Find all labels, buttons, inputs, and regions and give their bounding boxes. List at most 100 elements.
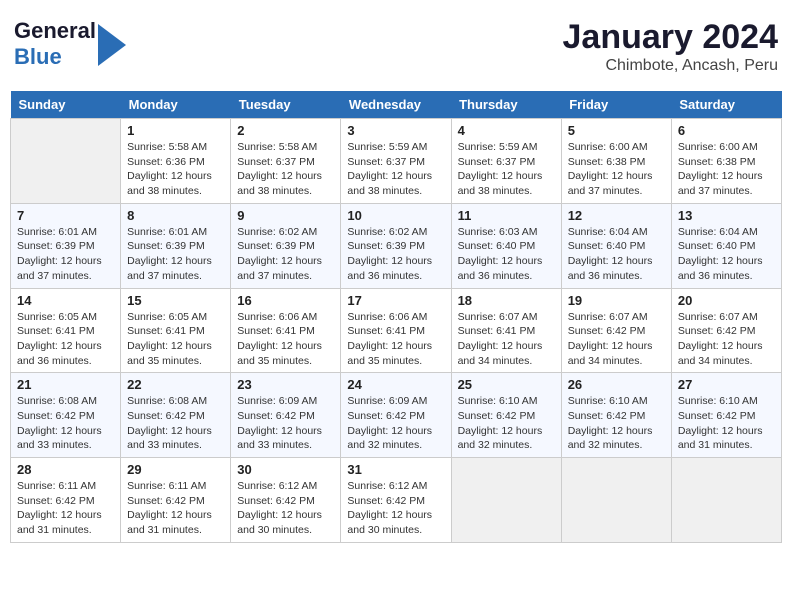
day-number: 18 xyxy=(458,293,555,308)
table-row: 27 Sunrise: 6:10 AM Sunset: 6:42 PM Dayli… xyxy=(671,373,781,458)
table-row: 4 Sunrise: 5:59 AM Sunset: 6:37 PM Daylig… xyxy=(451,119,561,204)
table-row: 13 Sunrise: 6:04 AM Sunset: 6:40 PM Dayli… xyxy=(671,203,781,288)
calendar-week-row: 7 Sunrise: 6:01 AM Sunset: 6:39 PM Daylig… xyxy=(11,203,782,288)
day-info: Sunrise: 6:10 AM Sunset: 6:42 PM Dayligh… xyxy=(458,394,555,453)
day-number: 13 xyxy=(678,208,775,223)
day-number: 28 xyxy=(17,462,114,477)
day-number: 6 xyxy=(678,123,775,138)
location: Chimbote, Ancash, Peru xyxy=(563,57,779,75)
day-info: Sunrise: 6:04 AM Sunset: 6:40 PM Dayligh… xyxy=(678,225,775,284)
day-number: 5 xyxy=(568,123,665,138)
day-info: Sunrise: 6:11 AM Sunset: 6:42 PM Dayligh… xyxy=(17,479,114,538)
table-row: 21 Sunrise: 6:08 AM Sunset: 6:42 PM Dayli… xyxy=(11,373,121,458)
day-info: Sunrise: 6:05 AM Sunset: 6:41 PM Dayligh… xyxy=(17,310,114,369)
day-number: 25 xyxy=(458,377,555,392)
day-info: Sunrise: 6:12 AM Sunset: 6:42 PM Dayligh… xyxy=(347,479,444,538)
day-info: Sunrise: 6:00 AM Sunset: 6:38 PM Dayligh… xyxy=(568,140,665,199)
day-number: 7 xyxy=(17,208,114,223)
day-number: 15 xyxy=(127,293,224,308)
day-info: Sunrise: 5:58 AM Sunset: 6:37 PM Dayligh… xyxy=(237,140,334,199)
table-row: 9Sunrise: 6:02 AM Sunset: 6:39 PM Daylig… xyxy=(231,203,341,288)
day-info: Sunrise: 6:01 AM Sunset: 6:39 PM Dayligh… xyxy=(17,225,114,284)
day-info: Sunrise: 6:05 AM Sunset: 6:41 PM Dayligh… xyxy=(127,310,224,369)
table-row: 23 Sunrise: 6:09 AM Sunset: 6:42 PM Dayli… xyxy=(231,373,341,458)
table-row: 8Sunrise: 6:01 AM Sunset: 6:39 PM Daylig… xyxy=(121,203,231,288)
page-header: General Blue January 2024 Chimbote, Anca… xyxy=(10,10,782,83)
day-info: Sunrise: 6:00 AM Sunset: 6:38 PM Dayligh… xyxy=(678,140,775,199)
table-row: 18Sunrise: 6:07 AM Sunset: 6:41 PM Dayli… xyxy=(451,288,561,373)
day-info: Sunrise: 6:09 AM Sunset: 6:42 PM Dayligh… xyxy=(347,394,444,453)
day-number: 12 xyxy=(568,208,665,223)
logo-block: General Blue xyxy=(14,18,126,70)
table-row: 25 Sunrise: 6:10 AM Sunset: 6:42 PM Dayli… xyxy=(451,373,561,458)
day-number: 10 xyxy=(347,208,444,223)
day-number: 23 xyxy=(237,377,334,392)
day-info: Sunrise: 6:09 AM Sunset: 6:42 PM Dayligh… xyxy=(237,394,334,453)
day-number: 22 xyxy=(127,377,224,392)
day-info: Sunrise: 6:07 AM Sunset: 6:42 PM Dayligh… xyxy=(678,310,775,369)
table-row: 11Sunrise: 6:03 AM Sunset: 6:40 PM Dayli… xyxy=(451,203,561,288)
day-info: Sunrise: 6:10 AM Sunset: 6:42 PM Dayligh… xyxy=(568,394,665,453)
table-row xyxy=(561,458,671,543)
day-number: 19 xyxy=(568,293,665,308)
day-info: Sunrise: 6:11 AM Sunset: 6:42 PM Dayligh… xyxy=(127,479,224,538)
day-number: 30 xyxy=(237,462,334,477)
col-friday: Friday xyxy=(561,91,671,119)
day-info: Sunrise: 6:04 AM Sunset: 6:40 PM Dayligh… xyxy=(568,225,665,284)
table-row: 19 Sunrise: 6:07 AM Sunset: 6:42 PM Dayli… xyxy=(561,288,671,373)
day-info: Sunrise: 6:08 AM Sunset: 6:42 PM Dayligh… xyxy=(17,394,114,453)
table-row: 31 Sunrise: 6:12 AM Sunset: 6:42 PM Dayli… xyxy=(341,458,451,543)
day-number: 2 xyxy=(237,123,334,138)
day-info: Sunrise: 6:01 AM Sunset: 6:39 PM Dayligh… xyxy=(127,225,224,284)
day-number: 4 xyxy=(458,123,555,138)
calendar-week-row: 14 Sunrise: 6:05 AM Sunset: 6:41 PM Dayli… xyxy=(11,288,782,373)
table-row: 20 Sunrise: 6:07 AM Sunset: 6:42 PM Dayli… xyxy=(671,288,781,373)
col-sunday: Sunday xyxy=(11,91,121,119)
col-thursday: Thursday xyxy=(451,91,561,119)
day-number: 20 xyxy=(678,293,775,308)
day-info: Sunrise: 6:06 AM Sunset: 6:41 PM Dayligh… xyxy=(347,310,444,369)
day-number: 21 xyxy=(17,377,114,392)
table-row: 6 Sunrise: 6:00 AM Sunset: 6:38 PM Daylig… xyxy=(671,119,781,204)
day-info: Sunrise: 5:59 AM Sunset: 6:37 PM Dayligh… xyxy=(347,140,444,199)
table-row: 10 Sunrise: 6:02 AM Sunset: 6:39 PM Dayli… xyxy=(341,203,451,288)
day-info: Sunrise: 6:12 AM Sunset: 6:42 PM Dayligh… xyxy=(237,479,334,538)
table-row: 16 Sunrise: 6:06 AM Sunset: 6:41 PM Dayli… xyxy=(231,288,341,373)
col-monday: Monday xyxy=(121,91,231,119)
table-row: 7 Sunrise: 6:01 AM Sunset: 6:39 PM Daylig… xyxy=(11,203,121,288)
day-number: 16 xyxy=(237,293,334,308)
day-info: Sunrise: 5:59 AM Sunset: 6:37 PM Dayligh… xyxy=(458,140,555,199)
calendar-header-row: Sunday Monday Tuesday Wednesday Thursday… xyxy=(11,91,782,119)
day-info: Sunrise: 6:06 AM Sunset: 6:41 PM Dayligh… xyxy=(237,310,334,369)
table-row: 26Sunrise: 6:10 AM Sunset: 6:42 PM Dayli… xyxy=(561,373,671,458)
table-row: 5 Sunrise: 6:00 AM Sunset: 6:38 PM Daylig… xyxy=(561,119,671,204)
calendar-week-row: 1Sunrise: 5:58 AM Sunset: 6:36 PM Daylig… xyxy=(11,119,782,204)
day-info: Sunrise: 5:58 AM Sunset: 6:36 PM Dayligh… xyxy=(127,140,224,199)
day-info: Sunrise: 6:02 AM Sunset: 6:39 PM Dayligh… xyxy=(347,225,444,284)
day-number: 14 xyxy=(17,293,114,308)
table-row: 30 Sunrise: 6:12 AM Sunset: 6:42 PM Dayli… xyxy=(231,458,341,543)
table-row: 22 Sunrise: 6:08 AM Sunset: 6:42 PM Dayli… xyxy=(121,373,231,458)
calendar-week-row: 21 Sunrise: 6:08 AM Sunset: 6:42 PM Dayli… xyxy=(11,373,782,458)
day-info: Sunrise: 6:02 AM Sunset: 6:39 PM Dayligh… xyxy=(237,225,334,284)
day-number: 29 xyxy=(127,462,224,477)
day-info: Sunrise: 6:10 AM Sunset: 6:42 PM Dayligh… xyxy=(678,394,775,453)
day-number: 17 xyxy=(347,293,444,308)
table-row: 17 Sunrise: 6:06 AM Sunset: 6:41 PM Dayli… xyxy=(341,288,451,373)
day-info: Sunrise: 6:08 AM Sunset: 6:42 PM Dayligh… xyxy=(127,394,224,453)
table-row xyxy=(671,458,781,543)
logo-text: General Blue xyxy=(14,18,96,70)
col-tuesday: Tuesday xyxy=(231,91,341,119)
table-row: 28 Sunrise: 6:11 AM Sunset: 6:42 PM Dayli… xyxy=(11,458,121,543)
day-number: 27 xyxy=(678,377,775,392)
day-info: Sunrise: 6:07 AM Sunset: 6:42 PM Dayligh… xyxy=(568,310,665,369)
calendar-week-row: 28 Sunrise: 6:11 AM Sunset: 6:42 PM Dayli… xyxy=(11,458,782,543)
title-block: January 2024 Chimbote, Ancash, Peru xyxy=(563,18,779,75)
logo: General Blue xyxy=(14,18,126,70)
table-row: 14 Sunrise: 6:05 AM Sunset: 6:41 PM Dayli… xyxy=(11,288,121,373)
day-number: 31 xyxy=(347,462,444,477)
logo-triangle-icon xyxy=(98,24,126,66)
table-row: 15 Sunrise: 6:05 AM Sunset: 6:41 PM Dayli… xyxy=(121,288,231,373)
table-row: 3 Sunrise: 5:59 AM Sunset: 6:37 PM Daylig… xyxy=(341,119,451,204)
day-number: 3 xyxy=(347,123,444,138)
